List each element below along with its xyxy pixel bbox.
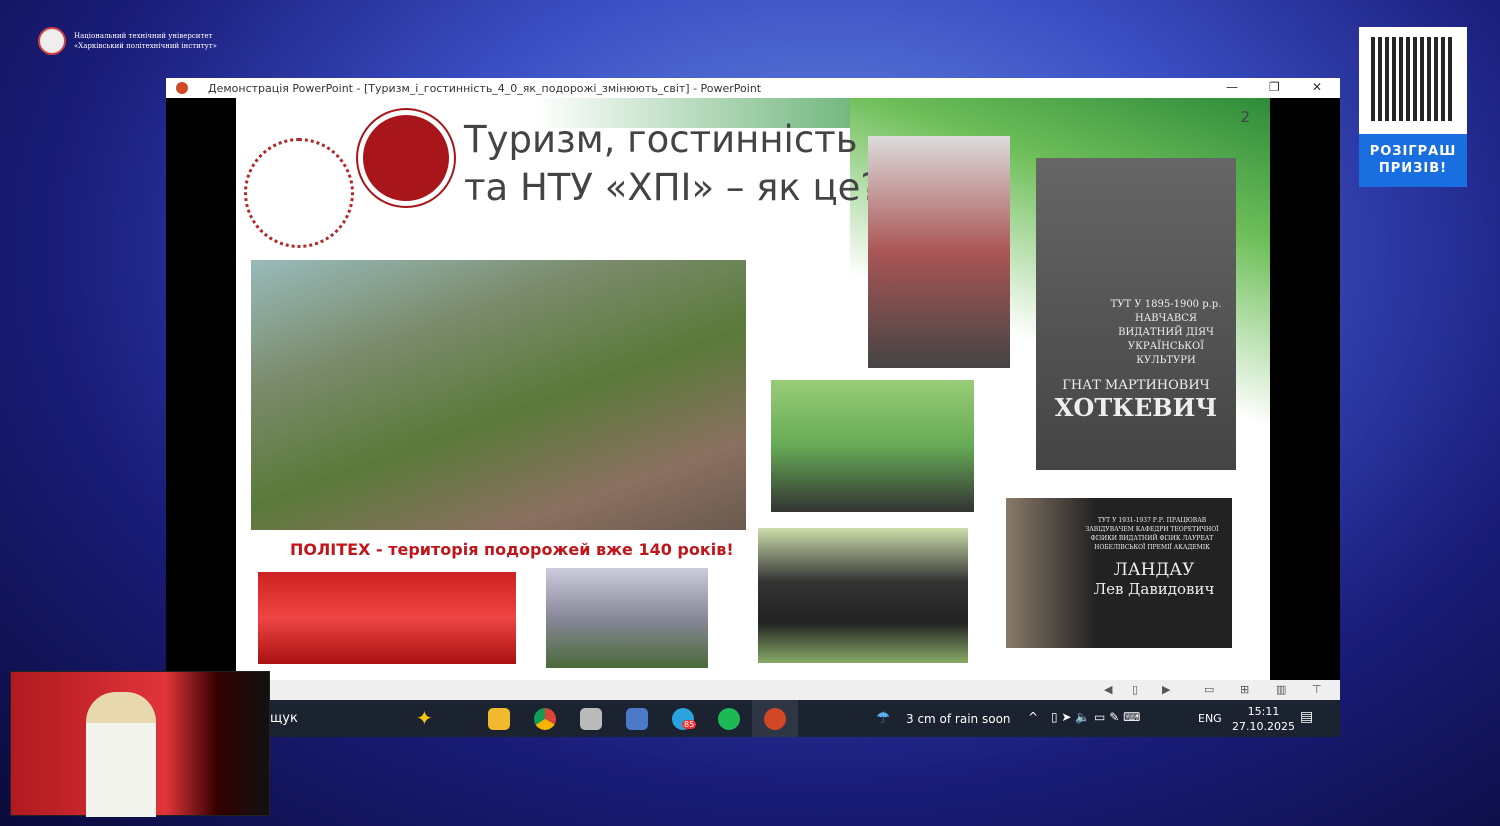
window-title: Демонстрація PowerPoint - [Туризм_і_гост…: [208, 81, 762, 95]
copilot-sparkle-icon[interactable]: ✦: [416, 706, 433, 730]
tourism-emblem: [244, 138, 354, 248]
spotify-icon[interactable]: [718, 708, 740, 730]
close-button[interactable]: ✕: [1312, 80, 1322, 94]
landau-plaque: ТУТ У 1931-1937 Р.Р. ПРАЦЮВАВ ЗАВІДУВАЧЕ…: [1006, 498, 1232, 648]
locomotive-photo: [758, 528, 968, 663]
search-box[interactable]: щук: [270, 711, 298, 726]
language-indicator[interactable]: ENG: [1198, 712, 1222, 725]
qr-panel: РОЗІГРАШ ПРИЗІВ!: [1359, 27, 1467, 187]
notifications-icon[interactable]: ▤: [1300, 709, 1313, 725]
title-bar: Демонстрація PowerPoint - [Туризм_і_гост…: [166, 78, 1340, 98]
webcam-overlay: [10, 671, 270, 817]
slide-title: Туризм, гостинність та НТУ «ХПІ» – як це?: [464, 118, 881, 209]
file-explorer-icon[interactable]: [488, 708, 510, 730]
previous-slide-icon[interactable]: ◀: [1104, 683, 1112, 696]
slide-sorter-icon[interactable]: ⊞: [1240, 683, 1249, 696]
weather-text[interactable]: 3 cm of rain soon: [906, 712, 1011, 726]
minimize-button[interactable]: —: [1226, 80, 1238, 94]
boat-monument-photo: [868, 136, 1010, 368]
slide: Туризм, гостинність та НТУ «ХПІ» – як це?…: [236, 98, 1270, 680]
clock[interactable]: 15:11 27.10.2025: [1232, 704, 1295, 734]
qr-code[interactable]: [1371, 37, 1455, 121]
tray-icons[interactable]: ▯ ➤ 🔈 ▭ ✎ ⌨: [1051, 710, 1140, 724]
page-number: 2: [1240, 108, 1250, 126]
brand-line2: «Харківський політехнічний інститут»: [74, 42, 217, 50]
next-slide-icon[interactable]: ▶: [1162, 683, 1170, 696]
brand-line1: Національний технічний університет: [74, 32, 213, 40]
slideshow-status-bar: ◀ ▯ ▶ ▭ ⊞ ▥ ⊤: [166, 680, 1340, 700]
university-logo: Національний технічний університет «Харкі…: [38, 27, 217, 55]
slide-caption: ПОЛІТЕХ - територія подорожей вже 140 ро…: [290, 540, 734, 559]
weather-umbrella-icon: ☂: [876, 708, 891, 727]
remote-desktop-icon[interactable]: [626, 708, 648, 730]
slide-menu-icon[interactable]: ▯: [1132, 683, 1138, 696]
taskbar: щук ✦ 85 ☂ 3 cm of rain soon ^ ▯ ➤ 🔈 ▭ ✎…: [166, 700, 1340, 737]
ntu-khpi-seal: [358, 110, 454, 206]
main-building-photo: [258, 572, 516, 664]
khotkevych-plaque: ТУТ У 1895-1900 р.р. НАВЧАВСЯ ВИДАТНИЙ Д…: [1036, 158, 1236, 470]
campus-building-photo: [546, 568, 708, 668]
telegram-icon[interactable]: 85: [672, 708, 697, 730]
slideshow-icon[interactable]: ⊤: [1312, 683, 1322, 696]
powerpoint-window: Демонстрація PowerPoint - [Туризм_і_гост…: [166, 78, 1340, 737]
presenter: [86, 692, 156, 817]
globe-monument-photo: [771, 380, 974, 512]
restore-button[interactable]: ❐: [1269, 80, 1280, 94]
chrome-icon[interactable]: [534, 708, 556, 730]
seal-icon: [38, 27, 66, 55]
reading-view-icon[interactable]: ▥: [1276, 683, 1286, 696]
powerpoint-taskbar-button[interactable]: [752, 700, 798, 737]
campus-aerial-photo: [251, 260, 746, 530]
powerpoint-icon: [176, 82, 188, 94]
show-hidden-icons[interactable]: ^: [1028, 710, 1038, 724]
prize-draw-button[interactable]: РОЗІГРАШ ПРИЗІВ!: [1359, 134, 1467, 187]
app-icon[interactable]: [580, 708, 602, 730]
normal-view-icon[interactable]: ▭: [1204, 683, 1214, 696]
